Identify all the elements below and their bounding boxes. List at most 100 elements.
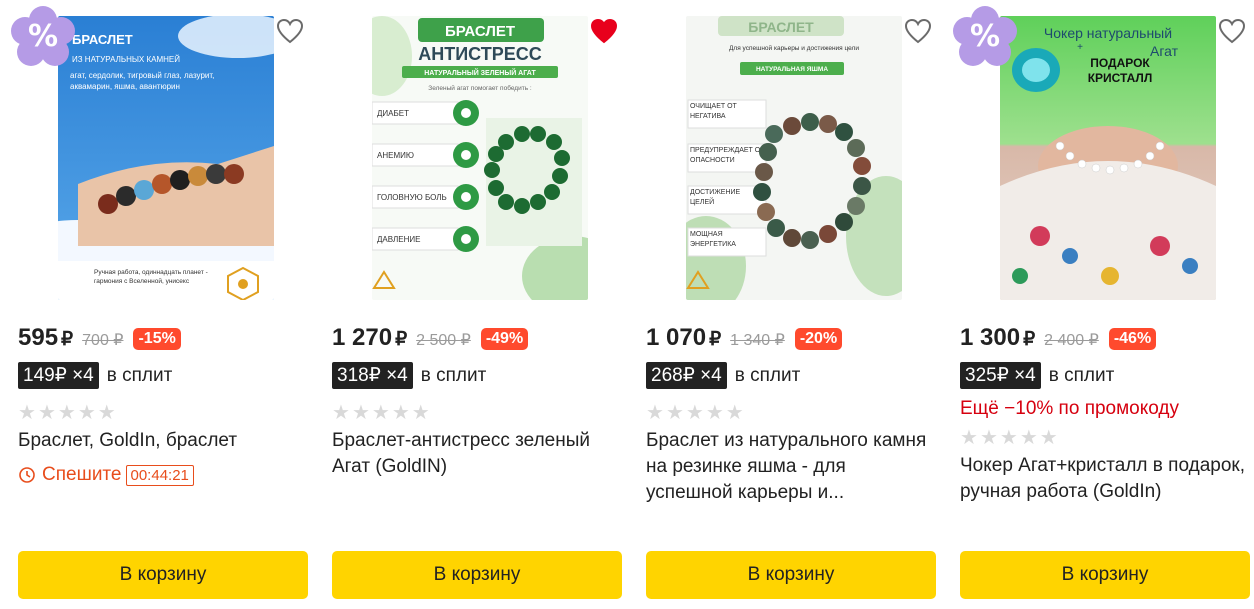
product-title[interactable]: Браслет из натурального камня на резинке…	[646, 428, 936, 506]
split-badge[interactable]: 268₽ ×4	[646, 362, 727, 389]
old-price: 2 500 ₽	[416, 332, 471, 349]
image-item: ОЧИЩАЕТ ОТ НЕГАТИВА	[690, 103, 737, 120]
star-icon: ★	[665, 402, 684, 424]
discount-flower-badge: %	[10, 6, 76, 72]
product-card[interactable]: Чокер натуральный + Агат ПОДАРОК КРИСТАЛ…	[953, 0, 1252, 609]
product-image[interactable]: Чокер натуральный + Агат ПОДАРОК КРИСТАЛ…	[1000, 16, 1216, 300]
current-price: 595 ₽	[18, 324, 74, 351]
image-stones: агат, сердолик, тигровый глаз, лазурит, …	[70, 71, 215, 91]
image-footer: Ручная работа, одиннадцать планет - гарм…	[94, 269, 208, 285]
split-badge[interactable]: 325₽ ×4	[960, 362, 1041, 389]
star-icon: ★	[371, 402, 390, 424]
star-icon: ★	[979, 427, 998, 449]
image-ribbon: НАТУРАЛЬНЫЙ ЗЕЛЕНЫЙ АГАТ	[424, 68, 536, 77]
product-grid: БРАСЛЕТ ИЗ НАТУРАЛЬНЫХ КАМНЕЙ агат, серд…	[0, 0, 1254, 609]
image-tag: БРАСЛЕТ	[748, 19, 814, 35]
discount-badge: -15%	[133, 328, 181, 350]
price-row: 1 070 ₽ 1 340 ₽ -20%	[646, 324, 843, 352]
product-image[interactable]: БРАСЛЕТ ИЗ НАТУРАЛЬНЫХ КАМНЕЙ агат, серд…	[58, 16, 274, 300]
split-label: в сплит	[420, 364, 487, 386]
product-card[interactable]: БРАСЛЕТ ИЗ НАТУРАЛЬНЫХ КАМНЕЙ агат, серд…	[11, 0, 310, 609]
current-price: 1 070 ₽	[646, 324, 722, 351]
star-icon: ★	[646, 402, 664, 424]
discount-badge: -49%	[480, 328, 529, 350]
hurry-row: Спешите 00:44:21	[18, 464, 194, 486]
star-icon: ★	[332, 402, 350, 424]
split-label: в сплит	[734, 364, 801, 386]
image-tag: БРАСЛЕТ	[445, 23, 515, 40]
star-icon: ★	[351, 402, 370, 424]
product-title[interactable]: Браслет, GoldIn, браслет	[18, 428, 308, 454]
product-card[interactable]: БРАСЛЕТ Для успешной карьеры и достижени…	[646, 0, 938, 609]
image-subtitle: Для успешной карьеры и достижения цели	[729, 44, 859, 52]
discount-flower-badge: %	[952, 6, 1018, 72]
image-gift: ПОДАРОК КРИСТАЛЛ	[1087, 56, 1153, 85]
image-item: ПРЕДУПРЕЖДАЕТ ОБ ОПАСНОСТИ	[690, 147, 765, 164]
add-to-cart-button[interactable]: В корзину	[18, 551, 308, 599]
star-icon: ★	[999, 427, 1018, 449]
price-row: 595 ₽ 700 ₽ -15%	[18, 324, 181, 352]
star-icon: ★	[97, 402, 116, 424]
rating-stars: ★ ★ ★ ★ ★	[18, 403, 116, 423]
favorite-button[interactable]	[276, 18, 306, 46]
heart-icon	[1218, 18, 1246, 44]
star-icon: ★	[960, 427, 978, 449]
image-subtitle: ИЗ НАТУРАЛЬНЫХ КАМНЕЙ	[72, 55, 180, 64]
rating-stars: ★ ★ ★ ★ ★	[332, 403, 430, 423]
heart-filled-icon	[590, 18, 618, 44]
add-to-cart-button[interactable]: В корзину	[960, 551, 1250, 599]
old-price: 2 400 ₽	[1044, 332, 1099, 349]
image-title: АНТИСТРЕСС	[418, 44, 542, 64]
heart-icon	[904, 18, 932, 44]
product-image[interactable]: БРАСЛЕТ АНТИСТРЕСС НАТУРАЛЬНЫЙ ЗЕЛЕНЫЙ А…	[372, 16, 588, 300]
discount-badge: -46%	[1108, 328, 1157, 350]
hurry-label: Спешите	[42, 464, 122, 485]
split-row[interactable]: 318₽ ×4 в сплит	[332, 362, 486, 389]
add-to-cart-button[interactable]: В корзину	[332, 551, 622, 599]
split-label: в сплит	[106, 364, 173, 386]
image-helps: Зеленый агат помогает победить :	[428, 84, 532, 92]
image-title: БРАСЛЕТ	[72, 32, 133, 47]
favorite-button[interactable]	[590, 18, 620, 46]
favorite-button[interactable]	[904, 18, 934, 46]
countdown-timer: 00:44:21	[125, 464, 194, 486]
star-icon: ★	[77, 402, 96, 424]
old-price: 700 ₽	[82, 332, 124, 349]
product-image[interactable]: БРАСЛЕТ Для успешной карьеры и достижени…	[686, 16, 902, 300]
product-title[interactable]: Браслет-антистресс зеленый Агат (GoldIN)	[332, 428, 622, 480]
star-icon: ★	[57, 402, 76, 424]
current-price: 1 300 ₽	[960, 324, 1036, 351]
favorite-button[interactable]	[1218, 18, 1248, 46]
rating-stars: ★ ★ ★ ★ ★	[646, 403, 744, 423]
price-row: 1 270 ₽ 2 500 ₽ -49%	[332, 324, 529, 352]
star-icon: ★	[1019, 427, 1038, 449]
split-row[interactable]: 268₽ ×4 в сплит	[646, 362, 800, 389]
heart-icon	[276, 18, 304, 44]
discount-badge: -20%	[794, 328, 843, 350]
price-row: 1 300 ₽ 2 400 ₽ -46%	[960, 324, 1157, 352]
star-icon: ★	[685, 402, 704, 424]
star-icon: ★	[18, 402, 36, 424]
star-icon: ★	[411, 402, 430, 424]
image-title: Чокер натуральный	[1044, 25, 1172, 41]
discount-symbol: %	[969, 19, 1001, 54]
split-row[interactable]: 325₽ ×4 в сплит	[960, 362, 1114, 389]
split-row[interactable]: 149₽ ×4 в сплит	[18, 362, 172, 389]
product-title[interactable]: Чокер Агат+кристалл в подарок, ручная ра…	[960, 453, 1250, 505]
old-price: 1 340 ₽	[730, 332, 785, 349]
split-badge[interactable]: 318₽ ×4	[332, 362, 413, 389]
star-icon: ★	[391, 402, 410, 424]
current-price: 1 270 ₽	[332, 324, 408, 351]
star-icon: ★	[725, 402, 744, 424]
image-item: АНЕМИЮ	[377, 151, 414, 160]
image-plus: +	[1077, 42, 1083, 53]
split-badge[interactable]: 149₽ ×4	[18, 362, 99, 389]
image-ribbon: НАТУРАЛЬНАЯ ЯШМА	[756, 66, 828, 73]
promo-code-text[interactable]: Ещё −10% по промокоду	[960, 398, 1179, 420]
rating-stars: ★ ★ ★ ★ ★	[960, 428, 1058, 448]
product-card[interactable]: БРАСЛЕТ АНТИСТРЕСС НАТУРАЛЬНЫЙ ЗЕЛЕНЫЙ А…	[332, 0, 624, 609]
add-to-cart-button[interactable]: В корзину	[646, 551, 936, 599]
image-item: МОЩНАЯ ЭНЕРГЕТИКА	[690, 231, 736, 248]
timer-icon	[19, 467, 35, 483]
split-label: в сплит	[1048, 364, 1115, 386]
